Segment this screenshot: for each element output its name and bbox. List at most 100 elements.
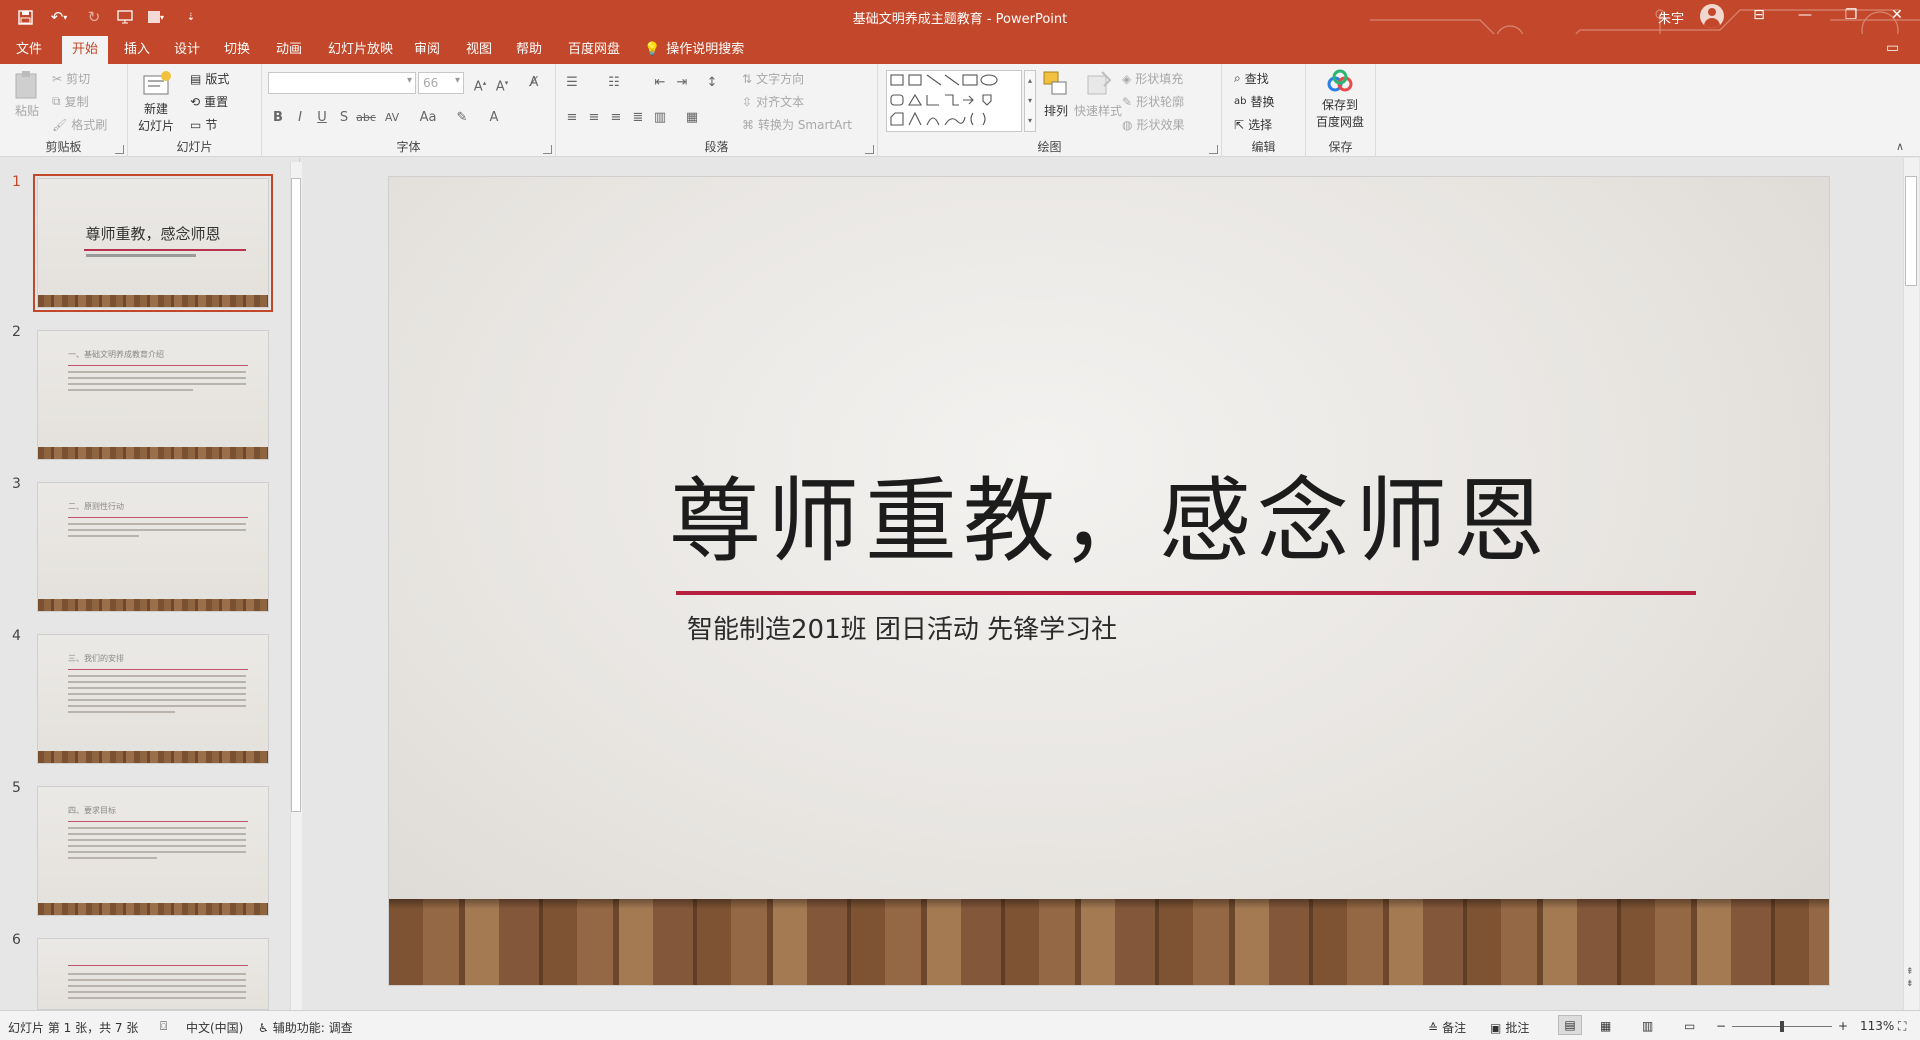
thumbnail-slide-5[interactable]: 四、要求目标 [37, 786, 269, 916]
fit-to-window-icon[interactable]: ⛶ [1898, 1019, 1906, 1034]
find-label: 查找 [1244, 72, 1269, 86]
tab-review[interactable]: 审阅 [404, 36, 450, 64]
clipboard-launcher-icon[interactable] [115, 145, 124, 154]
underline-icon[interactable]: U [312, 108, 332, 128]
arrange-button[interactable]: 排列 [1042, 70, 1070, 119]
char-spacing-icon[interactable]: AV [382, 108, 402, 128]
shapes-more-icon[interactable]: ▴ ▾ ▾ [1024, 70, 1036, 132]
tab-home[interactable]: 开始 [62, 36, 109, 64]
user-name[interactable]: 朱宇 [1658, 8, 1684, 27]
thumbnail-slide-4[interactable]: 三、我们的安排 [37, 634, 269, 764]
slide-sorter-icon[interactable]: ▦ [1600, 1019, 1611, 1033]
comments-icon[interactable]: ▭ [1886, 40, 1899, 56]
slide-number: 1 [12, 174, 21, 190]
group-label-drawing: 绘图 [1037, 140, 1062, 154]
italic-icon[interactable]: I [290, 108, 310, 128]
shadow-icon[interactable]: S [334, 108, 354, 128]
thumbnail-slide-2[interactable]: 一、基础文明养成教育介绍 [37, 330, 269, 460]
increase-indent-icon[interactable]: ⇥ [672, 73, 692, 93]
columns-icon[interactable]: ▦ [682, 108, 702, 128]
reset-button[interactable]: ⟲ 重置 [190, 93, 228, 110]
comments-button[interactable]: ▣ 批注 [1490, 1019, 1529, 1036]
tab-insert[interactable]: 插入 [114, 36, 160, 64]
drawing-launcher-icon[interactable] [1209, 145, 1218, 154]
thumbnail-slide-6[interactable] [37, 938, 269, 1010]
new-slide-button[interactable]: 新建 幻灯片 [138, 68, 174, 134]
clear-format-icon[interactable]: A̸ [524, 73, 544, 93]
notes-button[interactable]: ≙ 备注 [1428, 1019, 1466, 1036]
tab-file[interactable]: 文件 [6, 36, 52, 64]
bold-icon[interactable]: B [268, 108, 288, 128]
thumbnail-slide-1[interactable]: 尊师重教，感念师恩 [33, 174, 273, 312]
replace-button[interactable]: ab 替换 [1234, 93, 1275, 110]
font-color-icon[interactable]: A [484, 108, 504, 128]
tab-help[interactable]: 帮助 [506, 36, 552, 64]
tab-view[interactable]: 视图 [456, 36, 502, 64]
tab-animations[interactable]: 动画 [266, 36, 312, 64]
ribbon-display-icon[interactable]: ⊟ [1736, 0, 1782, 30]
shape-fill-label: 形状填充 [1135, 72, 1184, 86]
editor-scrollbar-thumb[interactable] [1905, 176, 1917, 286]
tab-transitions[interactable]: 切换 [214, 36, 260, 64]
zoom-level[interactable]: 113% [1860, 1019, 1894, 1033]
shapes-gallery[interactable] [886, 70, 1022, 132]
close-button[interactable]: ✕ [1874, 0, 1920, 30]
tab-slideshow[interactable]: 幻灯片放映 [318, 36, 403, 64]
line-spacing-icon[interactable]: ↕ [702, 73, 722, 93]
shape-outline-button: ✎ 形状轮廓 [1122, 93, 1184, 110]
thumbnail-scrollbar-thumb[interactable] [291, 178, 301, 812]
zoom-out-icon[interactable]: − [1716, 1019, 1726, 1033]
minimize-button[interactable]: — [1782, 0, 1828, 30]
spellcheck-icon[interactable]: ⌼ [160, 1019, 167, 1034]
slide-canvas[interactable]: 尊师重教，感念师恩 智能制造201班 团日活动 先锋学习社 [388, 176, 1830, 986]
shrink-font-icon[interactable]: A▾ [492, 73, 512, 94]
font-size-combo[interactable]: 66 [418, 72, 464, 94]
group-clipboard: 粘贴 ✂ 剪切 ⧉ 复制 🖌 格式刷 剪贴板 [0, 64, 128, 157]
distributed-icon[interactable]: ▥ [650, 108, 670, 128]
zoom-slider-knob[interactable] [1780, 1021, 1784, 1032]
decrease-indent-icon[interactable]: ⇤ [650, 73, 670, 93]
cut-label: 剪切 [66, 72, 91, 86]
avatar[interactable] [1700, 4, 1724, 28]
bullets-icon[interactable]: ☰ [562, 73, 582, 93]
language[interactable]: 中文(中国) [186, 1019, 243, 1036]
change-case-icon[interactable]: Aa [414, 108, 442, 128]
layout-button[interactable]: ▤ 版式 [190, 70, 229, 87]
select-button[interactable]: ⇱ 选择 [1234, 116, 1272, 133]
section-button[interactable]: ▭ 节 [190, 116, 217, 133]
font-name-combo[interactable] [268, 72, 416, 94]
justify-icon[interactable]: ≣ [628, 108, 648, 128]
slide-subtitle[interactable]: 智能制造201班 团日活动 先锋学习社 [687, 609, 1117, 646]
numbering-icon[interactable]: ☷ [604, 73, 624, 93]
collapse-ribbon-icon[interactable]: ∧ [1896, 140, 1904, 153]
save-to-baidu-button[interactable]: 保存到 百度网盘 [1316, 68, 1364, 130]
highlight-icon[interactable]: ✎ [452, 108, 472, 128]
paragraph-launcher-icon[interactable] [865, 145, 874, 154]
slideshow-view-icon[interactable]: ▭ [1684, 1019, 1695, 1033]
grow-font-icon[interactable]: A▴ [470, 73, 490, 94]
thumbnail-slide-3[interactable]: 二、原则性行动 [37, 482, 269, 612]
thumbnail-rule [68, 517, 248, 518]
find-button[interactable]: ⌕ 查找 [1234, 70, 1269, 87]
tab-design[interactable]: 设计 [164, 36, 210, 64]
accessibility-status[interactable]: ♿ 辅助功能: 调查 [258, 1019, 353, 1036]
normal-view-icon[interactable]: ▤ [1558, 1015, 1582, 1035]
slide-title[interactable]: 尊师重教，感念师恩 [389, 447, 1829, 580]
strikethrough-icon[interactable]: abc [356, 108, 376, 128]
tab-baidu[interactable]: 百度网盘 [558, 36, 630, 64]
thumbnail-text [68, 523, 246, 541]
prev-next-slide-icon[interactable]: ⇞ ⇟ [1906, 966, 1914, 990]
format-painter-label: 格式刷 [71, 118, 108, 132]
thumbnail-rule [68, 669, 248, 670]
reading-view-icon[interactable]: ▥ [1642, 1019, 1653, 1033]
thumbnail-floor [38, 751, 268, 763]
align-left-icon[interactable]: ≡ [562, 108, 582, 128]
zoom-in-icon[interactable]: + [1838, 1019, 1848, 1033]
font-launcher-icon[interactable] [543, 145, 552, 154]
tell-me-search[interactable]: 💡 操作说明搜索 [644, 36, 744, 64]
align-center-icon[interactable]: ≡ [584, 108, 604, 128]
baidu-label: 百度网盘 [1316, 115, 1365, 129]
shape-effects-label: 形状效果 [1136, 118, 1185, 132]
restore-button[interactable]: ❐ [1828, 0, 1874, 30]
align-right-icon[interactable]: ≡ [606, 108, 626, 128]
